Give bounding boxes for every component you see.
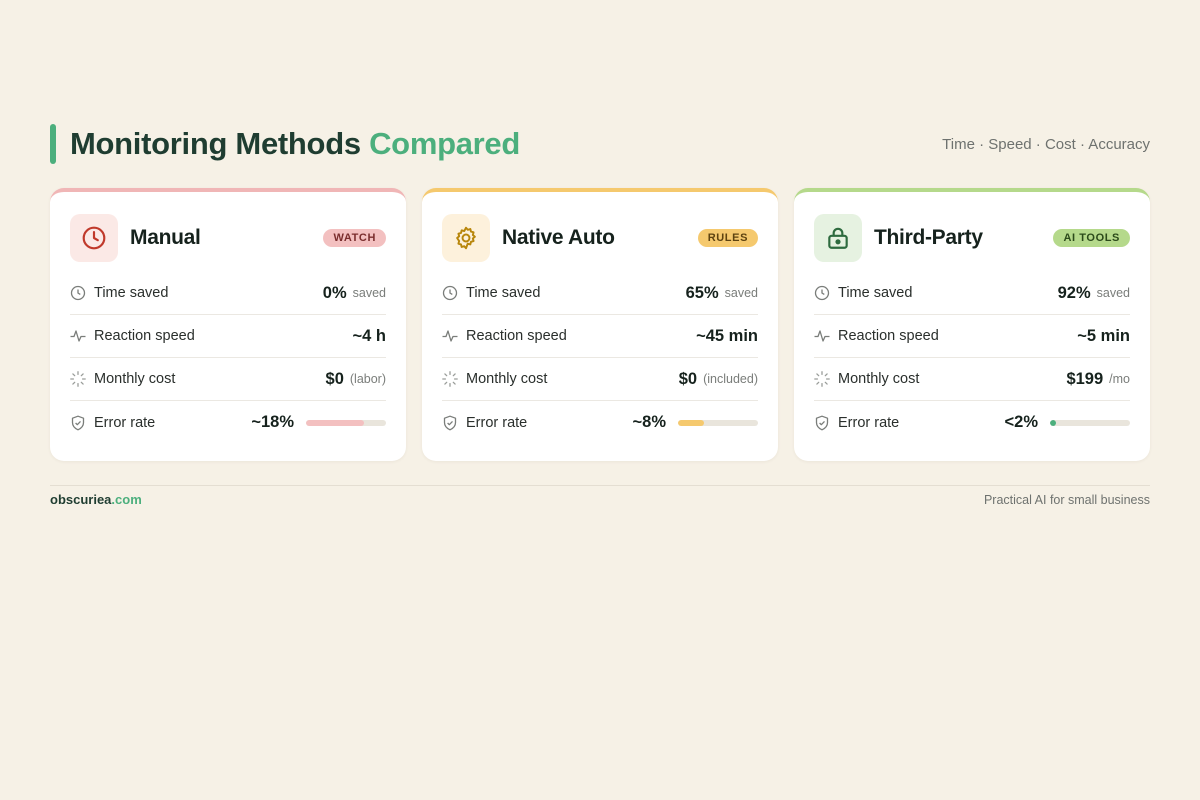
metric-unit: (labor) [349, 372, 386, 386]
brand-name: obscuriea [50, 492, 112, 507]
clock-icon [70, 285, 86, 301]
metric-monthly-cost: Monthly cost $0 (labor) [70, 358, 386, 401]
loader-icon [442, 371, 458, 387]
card-title: Manual [130, 226, 201, 249]
pulse-icon [70, 328, 86, 344]
metric-value: 92% [1057, 283, 1091, 302]
card-native-auto: Native Auto RULES Time saved 65% saved R… [422, 188, 778, 461]
title-main: Monitoring Methods [70, 126, 361, 161]
error-rate-bar [1050, 419, 1130, 426]
metric-value: $0 [325, 369, 344, 388]
metric-unit: /mo [1109, 372, 1130, 386]
metric-time-saved: Time saved 92% saved [814, 272, 1130, 315]
metric-label: Time saved [94, 285, 169, 301]
metric-unit: saved [352, 286, 386, 300]
shield-check-icon [442, 415, 458, 431]
error-rate-bar [306, 419, 386, 426]
metric-error-rate: Error rate <2% [814, 401, 1130, 444]
cards-row: Manual WATCH Time saved 0% saved Reactio… [50, 188, 1150, 461]
pulse-icon [814, 328, 830, 344]
title-group: Monitoring Methods Compared [50, 124, 520, 164]
metric-unit: (included) [703, 372, 758, 386]
brand-link[interactable]: obscuriea.com [50, 492, 142, 507]
metric-error-rate: Error rate ~18% [70, 401, 386, 444]
metric-value: <2% [1004, 413, 1038, 431]
lock-icon [814, 214, 862, 262]
clock-icon [442, 285, 458, 301]
metric-label: Monthly cost [838, 371, 920, 387]
error-rate-bar-fill [306, 419, 364, 426]
error-rate-bar-fill [678, 419, 704, 426]
card-header: Native Auto RULES [442, 214, 758, 262]
status-badge: AI TOOLS [1053, 229, 1130, 247]
metric-label: Reaction speed [466, 328, 567, 344]
card-header: Manual WATCH [70, 214, 386, 262]
metric-value: $199 [1066, 369, 1104, 388]
page-title: Monitoring Methods Compared [70, 126, 520, 162]
loader-icon [70, 371, 86, 387]
metric-unit: saved [724, 286, 758, 300]
error-rate-bar-fill [1050, 419, 1057, 426]
header: Monitoring Methods Compared Time · Speed… [50, 124, 1150, 164]
metric-value: 65% [685, 283, 719, 302]
card-title: Third-Party [874, 226, 983, 249]
metric-reaction-speed: Reaction speed ~5 min [814, 315, 1130, 358]
metric-label: Monthly cost [94, 371, 176, 387]
metric-label: Time saved [838, 285, 913, 301]
shield-check-icon [814, 415, 830, 431]
metric-time-saved: Time saved 65% saved [442, 272, 758, 315]
gear-icon [442, 214, 490, 262]
metric-value: ~8% [632, 413, 666, 431]
brand-tld: .com [111, 492, 142, 507]
clock-icon [814, 285, 830, 301]
card-third-party: Third-Party AI TOOLS Time saved 92% save… [794, 188, 1150, 461]
shield-check-icon [70, 415, 86, 431]
metric-label: Error rate [466, 414, 528, 431]
tagline: Practical AI for small business [983, 492, 1150, 507]
footer: obscuriea.com Practical AI for small bus… [50, 485, 1150, 507]
title-accent: Compared [369, 126, 520, 161]
metric-error-rate: Error rate ~8% [442, 401, 758, 444]
loader-icon [814, 371, 830, 387]
metric-label: Error rate [838, 414, 900, 431]
metric-value: ~4 h [352, 326, 386, 345]
metric-label: Reaction speed [94, 328, 195, 344]
page: Monitoring Methods Compared Time · Speed… [0, 0, 1200, 800]
metric-label: Monthly cost [466, 371, 548, 387]
metric-label: Reaction speed [838, 328, 939, 344]
clock-icon [70, 214, 118, 262]
metric-value: 0% [322, 283, 347, 302]
metric-label: Time saved [466, 285, 541, 301]
metric-label: Error rate [94, 414, 156, 431]
status-badge: RULES [697, 229, 758, 247]
metric-unit: saved [1096, 286, 1130, 300]
metric-value: ~18% [251, 413, 294, 431]
metric-value: ~5 min [1077, 326, 1130, 345]
card-manual: Manual WATCH Time saved 0% saved Reactio… [50, 188, 406, 461]
page-subtitle: Time · Speed · Cost · Accuracy [942, 135, 1150, 153]
metric-time-saved: Time saved 0% saved [70, 272, 386, 315]
title-accent-bar [50, 124, 56, 164]
metric-monthly-cost: Monthly cost $0 (included) [442, 358, 758, 401]
pulse-icon [442, 328, 458, 344]
error-rate-bar [678, 419, 758, 426]
metric-reaction-speed: Reaction speed ~45 min [442, 315, 758, 358]
metric-value: $0 [678, 369, 698, 388]
metric-monthly-cost: Monthly cost $199 /mo [814, 358, 1130, 401]
metric-value: ~45 min [696, 326, 758, 345]
card-header: Third-Party AI TOOLS [814, 214, 1130, 262]
metric-reaction-speed: Reaction speed ~4 h [70, 315, 386, 358]
status-badge: WATCH [323, 229, 386, 247]
card-title: Native Auto [502, 226, 615, 249]
